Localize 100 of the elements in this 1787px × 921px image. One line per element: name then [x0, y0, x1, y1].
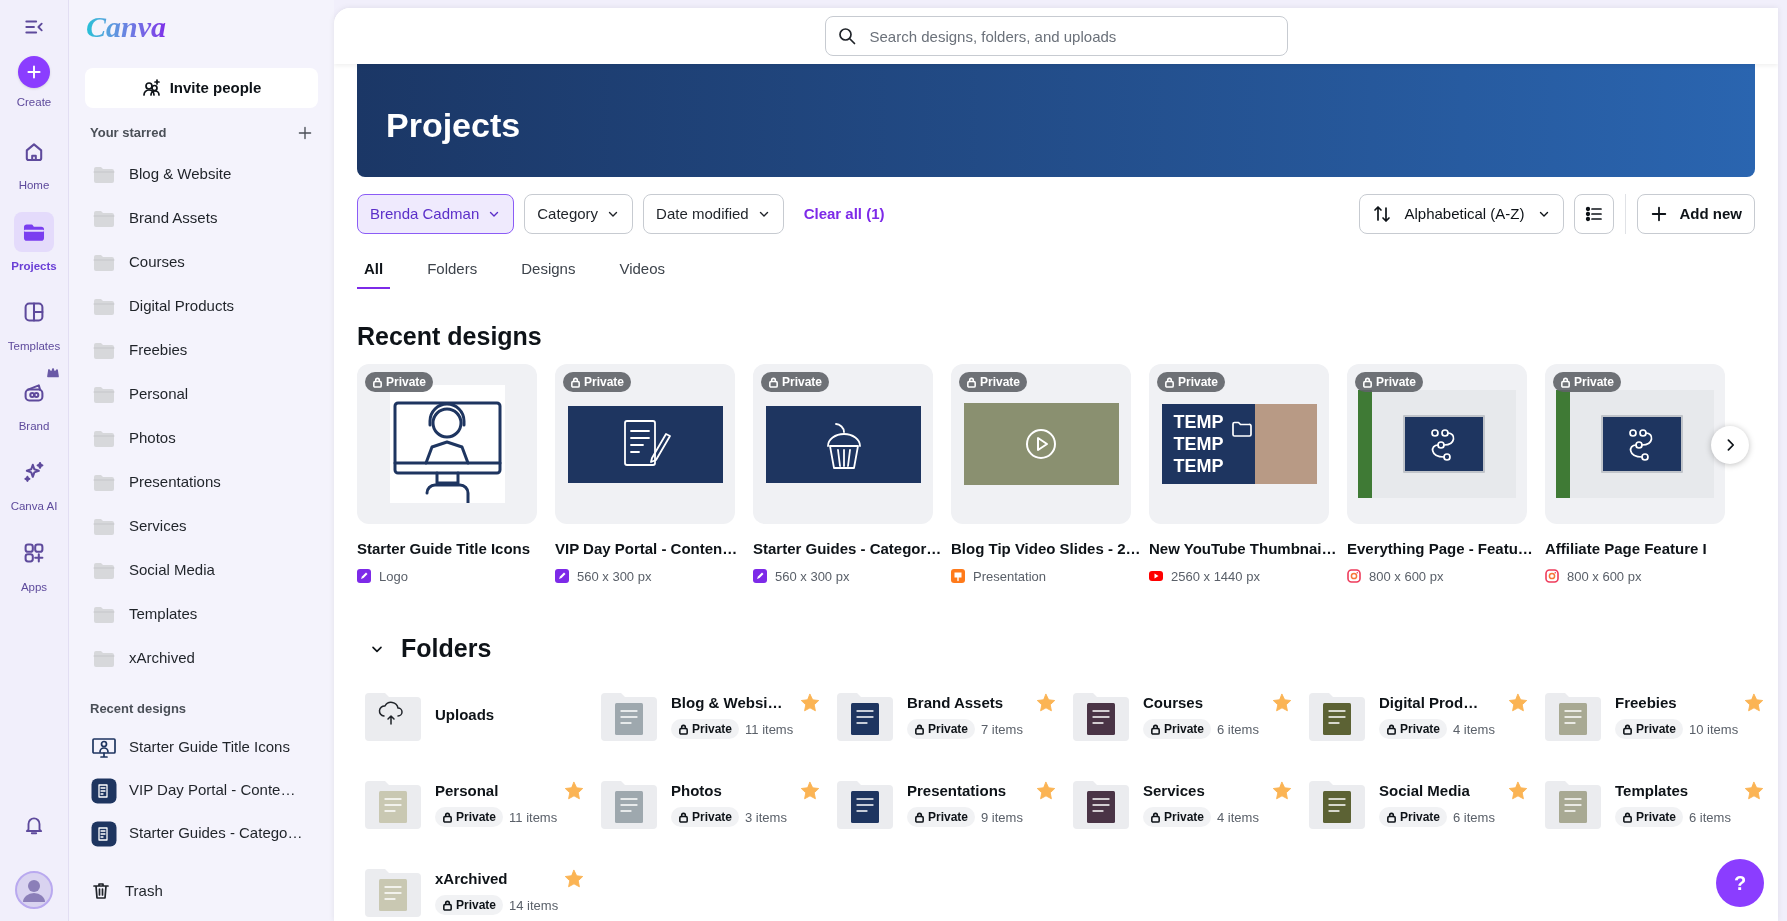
invite-button[interactable]: Invite people: [85, 68, 318, 108]
clear-all-link[interactable]: Clear all (1): [803, 202, 885, 226]
design-title[interactable]: Affiliate Page Feature I: [1545, 538, 1707, 561]
filter-dropdown[interactable]: Brenda Cadman: [357, 194, 515, 234]
folder-item[interactable]: Freebies Private 10 items: [1545, 689, 1778, 742]
starred-folder-item[interactable]: xArchived: [85, 636, 318, 681]
folder-icon: [365, 690, 421, 741]
folder-item[interactable]: Services Private 4 items: [1073, 777, 1309, 830]
design-title[interactable]: Starter Guides - Categor…: [753, 538, 942, 561]
folder-item[interactable]: Templates Private 6 items: [1545, 777, 1778, 830]
folder-item[interactable]: Blog & Websi… Private 11 items: [601, 689, 837, 742]
thumbnail-text: TEMP: [1173, 455, 1224, 477]
starred-folder-item[interactable]: Blog & Website: [85, 152, 318, 197]
folder-icon: [93, 649, 115, 668]
design-card-thumbnail[interactable]: Private: [951, 364, 1131, 524]
starred-folder-item[interactable]: Digital Products: [85, 284, 318, 329]
design-title[interactable]: VIP Day Portal - Conten…: [555, 538, 738, 561]
star-icon[interactable]: [1743, 780, 1765, 802]
starred-folder-item[interactable]: Courses: [85, 240, 318, 285]
design-title[interactable]: Blog Tip Video Slides - 2…: [951, 538, 1141, 561]
avatar-icon[interactable]: [15, 871, 53, 909]
folder-icon: [1231, 421, 1252, 437]
starred-folder-item[interactable]: Presentations: [85, 460, 318, 505]
starred-folder-item[interactable]: Services: [85, 504, 318, 549]
star-icon[interactable]: [1507, 692, 1529, 714]
pencil-icon: [555, 569, 569, 584]
plus-icon: [1649, 205, 1668, 223]
folder-item[interactable]: Presentations Private 9 items: [837, 777, 1073, 830]
recent-design-item[interactable]: VIP Day Portal - Conte…: [85, 769, 318, 812]
add-new-button[interactable]: Add new: [1636, 194, 1755, 234]
section-title: Folders: [401, 633, 492, 664]
star-icon[interactable]: [1035, 780, 1057, 802]
star-icon[interactable]: [1507, 780, 1529, 802]
star-icon[interactable]: [563, 868, 585, 890]
trash-item[interactable]: Trash: [85, 871, 318, 911]
lock-icon: [1386, 811, 1397, 823]
private-badge: Private: [671, 719, 740, 740]
private-badge: Private: [435, 807, 504, 828]
play-icon: [1149, 569, 1163, 584]
help-button[interactable]: ?: [1716, 859, 1764, 907]
design-card-thumbnail[interactable]: Private: [753, 364, 933, 524]
folder-item[interactable]: Digital Prod… Private 4 items: [1309, 689, 1545, 742]
lock-icon: [1164, 376, 1175, 388]
star-icon[interactable]: [1743, 692, 1765, 714]
design-card-thumbnail[interactable]: Private TEMP TEMP TEMP: [1149, 364, 1329, 524]
star-icon[interactable]: [563, 780, 585, 802]
pencil-icon: [357, 569, 371, 584]
rail-item[interactable]: Apps: [1, 532, 67, 596]
folder-item[interactable]: Personal Private 11 items: [365, 777, 601, 830]
rail-item[interactable]: Brand: [1, 372, 67, 436]
star-icon[interactable]: [799, 692, 821, 714]
folder-item[interactable]: Photos Private 3 items: [601, 777, 837, 830]
item-count: 6 items: [1217, 720, 1259, 739]
folder-item[interactable]: Uploads: [365, 689, 601, 742]
folder-icon: [93, 385, 115, 404]
plus-icon: [26, 64, 42, 80]
design-title[interactable]: New YouTube Thumbnai…: [1149, 538, 1337, 561]
starred-folder-item[interactable]: Social Media: [85, 548, 318, 593]
next-button[interactable]: [1711, 426, 1749, 464]
folder-item[interactable]: Social Media Private 6 items: [1309, 777, 1545, 830]
tab[interactable]: All: [357, 251, 391, 289]
design-card-thumbnail[interactable]: Private: [555, 364, 735, 524]
tab[interactable]: Videos: [612, 251, 672, 289]
folder-item[interactable]: Courses Private 6 items: [1073, 689, 1309, 742]
filter-dropdown[interactable]: Category: [524, 194, 634, 234]
design-title[interactable]: Everything Page - Featu…: [1347, 538, 1533, 561]
star-icon[interactable]: [799, 780, 821, 802]
starred-folder-item[interactable]: Freebies: [85, 328, 318, 373]
filter-dropdown[interactable]: Date modified: [643, 194, 784, 234]
rail-item[interactable]: Projects: [1, 211, 67, 275]
tab[interactable]: Folders: [420, 251, 485, 289]
list-view-button[interactable]: [1573, 194, 1614, 234]
design-card-thumbnail[interactable]: Private: [1545, 364, 1725, 524]
recent-design-item[interactable]: Starter Guides - Catego…: [85, 812, 318, 855]
folder-icon: [837, 690, 893, 741]
plus-icon[interactable]: [297, 124, 313, 141]
rail-item[interactable]: Create: [1, 56, 67, 112]
thumbnail-text: TEMP: [1173, 411, 1224, 433]
starred-folder-item[interactable]: Brand Assets: [85, 196, 318, 241]
design-title[interactable]: Starter Guide Title Icons: [357, 538, 531, 561]
folder-item[interactable]: xArchived Private 14 items: [365, 865, 601, 918]
recent-design-item[interactable]: Starter Guide Title Icons: [85, 726, 318, 769]
tab[interactable]: Designs: [514, 251, 583, 289]
starred-folder-item[interactable]: Photos: [85, 416, 318, 461]
design-card-thumbnail[interactable]: Private: [1347, 364, 1527, 524]
search-field[interactable]: Search designs, folders, and uploads: [824, 16, 1288, 56]
rail-item[interactable]: Templates: [1, 291, 67, 355]
rail-item[interactable]: Home: [1, 131, 67, 195]
star-icon[interactable]: [1035, 692, 1057, 714]
star-icon[interactable]: [1271, 780, 1293, 802]
folder-item[interactable]: Brand Assets Private 7 items: [837, 689, 1073, 742]
star-icon[interactable]: [1271, 692, 1293, 714]
private-badge: Private: [1379, 807, 1448, 828]
lock-icon: [1150, 811, 1161, 823]
design-card-thumbnail[interactable]: Private: [357, 364, 537, 524]
sort-dropdown[interactable]: Alphabetical (A-Z): [1359, 194, 1564, 234]
starred-folder-item[interactable]: Personal: [85, 372, 318, 417]
camera-icon: [1545, 569, 1559, 584]
rail-item[interactable]: Canva AI: [1, 452, 67, 516]
starred-folder-item[interactable]: Templates: [85, 592, 318, 637]
